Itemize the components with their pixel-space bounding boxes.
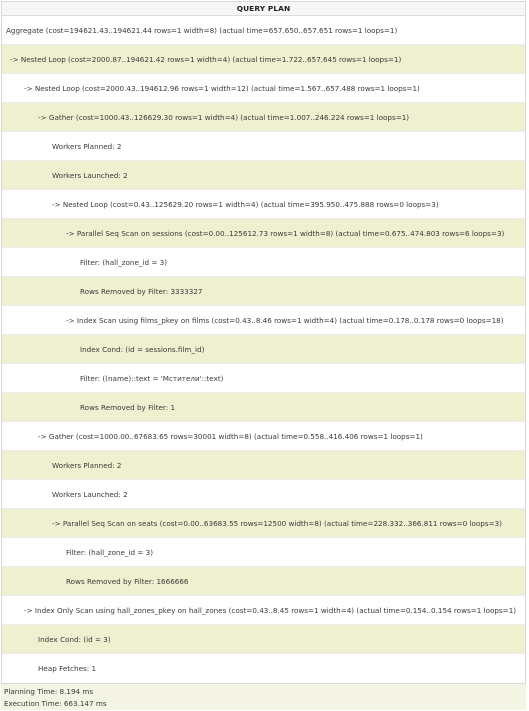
plan-row: Heap Fetches: 1 <box>2 654 525 683</box>
plan-row: Rows Removed by Filter: 1 <box>2 393 525 422</box>
plan-row: Index Cond: (id = 3) <box>2 625 525 654</box>
plan-row: Rows Removed by Filter: 1666666 <box>2 567 525 596</box>
plan-row: -> Parallel Seq Scan on seats (cost=0.00… <box>2 509 525 538</box>
plan-row: -> Gather (cost=1000.43..126629.30 rows=… <box>2 103 525 132</box>
plan-row: Filter: (hall_zone_id = 3) <box>2 248 525 277</box>
plan-row: -> Gather (cost=1000.00..67683.65 rows=3… <box>2 422 525 451</box>
query-plan-header: QUERY PLAN <box>2 2 525 16</box>
plan-row: -> Nested Loop (cost=0.43..125629.20 row… <box>2 190 525 219</box>
query-plan-table: QUERY PLAN Aggregate (cost=194621.43..19… <box>1 1 526 684</box>
plan-row: Rows Removed by Filter: 3333327 <box>2 277 525 306</box>
plan-row: Filter: ((name)::text = 'Мстители'::text… <box>2 364 525 393</box>
plan-row: Aggregate (cost=194621.43..194621.44 row… <box>2 16 525 45</box>
plan-row: Workers Planned: 2 <box>2 132 525 161</box>
planning-time: Planning Time: 8.194 ms <box>4 687 94 696</box>
plan-row: Workers Planned: 2 <box>2 451 525 480</box>
plan-row: Workers Launched: 2 <box>2 161 525 190</box>
plan-row: -> Parallel Seq Scan on sessions (cost=0… <box>2 219 525 248</box>
execution-time: Execution Time: 663.147 ms <box>4 699 107 708</box>
plan-row: Index Cond: (id = sessions.film_id) <box>2 335 525 364</box>
query-plan-rows: Aggregate (cost=194621.43..194621.44 row… <box>2 16 525 683</box>
plan-row: -> Nested Loop (cost=2000.43..194612.96 … <box>2 74 525 103</box>
plan-row: -> Index Only Scan using hall_zones_pkey… <box>2 596 525 625</box>
plan-row: Workers Launched: 2 <box>2 480 525 509</box>
plan-row: -> Index Scan using films_pkey on films … <box>2 306 525 335</box>
plan-row: Filter: (hall_zone_id = 3) <box>2 538 525 567</box>
plan-row: -> Nested Loop (cost=2000.87..194621.42 … <box>2 45 525 74</box>
